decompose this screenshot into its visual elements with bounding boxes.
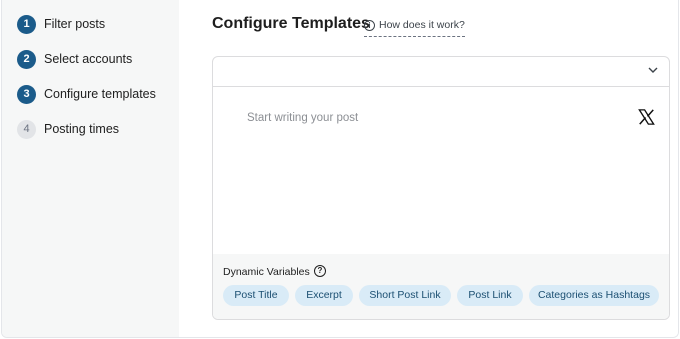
step-posting-times[interactable]: 4 Posting times bbox=[17, 118, 119, 140]
chip-post-title[interactable]: Post Title bbox=[223, 285, 289, 306]
steps-sidebar: 1 Filter posts 2 Select accounts 3 Confi… bbox=[2, 0, 179, 337]
chip-excerpt[interactable]: Excerpt bbox=[295, 285, 353, 306]
step-number: 4 bbox=[17, 119, 36, 139]
step-number: 2 bbox=[17, 49, 36, 69]
chip-short-post-link[interactable]: Short Post Link bbox=[359, 285, 451, 306]
step-number: 1 bbox=[17, 14, 36, 34]
x-logo-icon bbox=[638, 109, 655, 125]
main-panel: Configure Templates i How does it work? … bbox=[179, 0, 678, 337]
template-card: Start writing your post Dynamic Variable… bbox=[212, 56, 670, 320]
step-configure-templates[interactable]: 3 Configure templates bbox=[17, 83, 156, 105]
question-icon[interactable]: ? bbox=[314, 265, 326, 277]
step-select-accounts[interactable]: 2 Select accounts bbox=[17, 48, 132, 70]
post-editor[interactable]: Start writing your post bbox=[213, 87, 669, 254]
page-title: Configure Templates bbox=[212, 15, 370, 32]
chevron-down-icon[interactable] bbox=[648, 66, 658, 74]
step-label: Filter posts bbox=[44, 17, 106, 31]
step-label: Select accounts bbox=[44, 52, 133, 66]
post-placeholder: Start writing your post bbox=[247, 112, 359, 124]
how-does-it-work-link[interactable]: i How does it work? bbox=[364, 16, 465, 37]
template-card-header[interactable] bbox=[213, 57, 669, 87]
how-link-label: How does it work? bbox=[379, 19, 465, 31]
chip-post-link[interactable]: Post Link bbox=[457, 285, 523, 306]
step-label: Configure templates bbox=[44, 87, 156, 101]
dynamic-variables-label: Dynamic Variables bbox=[223, 266, 310, 278]
chip-categories-as-hashtags[interactable]: Categories as Hashtags bbox=[529, 285, 659, 306]
step-label: Posting times bbox=[44, 122, 120, 136]
dynamic-variables-panel: Dynamic Variables ? Post Title Excerpt S… bbox=[213, 254, 669, 319]
app-frame: 1 Filter posts 2 Select accounts 3 Confi… bbox=[1, 0, 679, 338]
step-number: 3 bbox=[17, 84, 36, 104]
step-filter-posts[interactable]: 1 Filter posts bbox=[17, 13, 105, 35]
info-icon: i bbox=[364, 19, 375, 31]
